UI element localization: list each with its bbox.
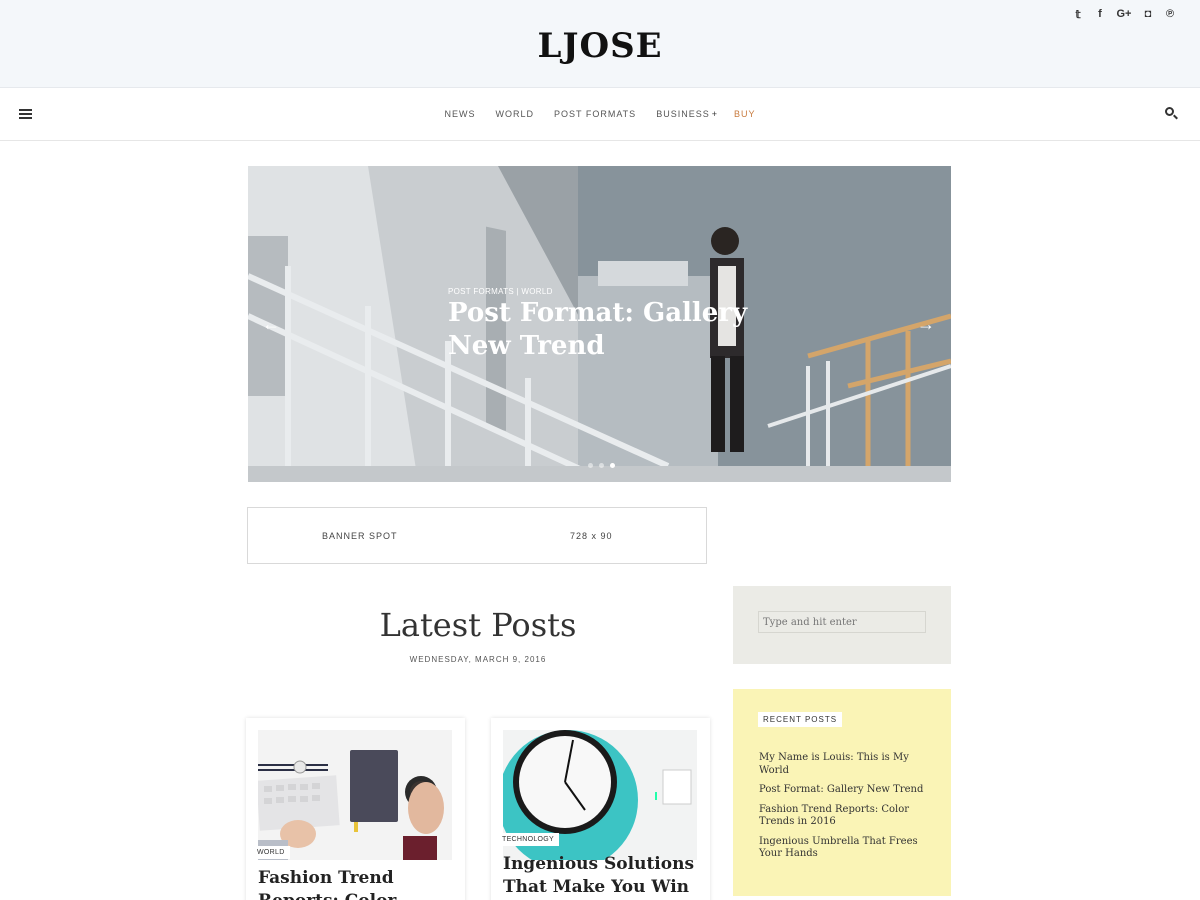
recent-post-link[interactable]: My Name is Louis: This is My World [759, 752, 924, 777]
nav-item-post-formats[interactable]: POST FORMATS [554, 109, 636, 119]
top-header: LJOSE 𝕥 f G+ ◘ ℗ [0, 0, 1200, 88]
nav-menu: NEWS WORLD POST FORMATS BUSINESS + BUY [0, 109, 1200, 119]
slider-dots [588, 463, 615, 468]
slider-next-arrow-icon[interactable]: → [917, 314, 935, 335]
facebook-icon[interactable]: f [1094, 8, 1106, 21]
post-title[interactable]: Fashion Trend Reports: Color Trends in 2… [258, 867, 458, 900]
slide-categories[interactable]: POST FORMATS | WORLD [448, 287, 553, 296]
banner-size: 728 x 90 [570, 531, 613, 541]
banner-spot[interactable]: BANNER SPOT 728 x 90 [247, 507, 707, 564]
submenu-plus-icon[interactable]: + [712, 109, 718, 119]
nav-item-world[interactable]: WORLD [496, 109, 535, 119]
slider-prev-arrow-icon[interactable]: ← [262, 314, 280, 335]
sidebar-search-input[interactable] [758, 611, 926, 633]
latest-posts-date: WEDNESDAY, MARCH 9, 2016 [409, 655, 547, 664]
slider-dot[interactable] [588, 463, 593, 468]
social-links: 𝕥 f G+ ◘ ℗ [1072, 8, 1176, 21]
post-card[interactable]: TECHNOLOGY Ingenious Solutions That Make… [491, 718, 710, 900]
nav-item-news[interactable]: NEWS [445, 109, 476, 119]
latest-posts-heading: Latest Posts [379, 606, 577, 644]
recent-posts-heading: RECENT POSTS [758, 712, 843, 727]
post-card[interactable]: WORLD Fashion Trend Reports: Color Trend… [246, 718, 465, 900]
instagram-icon[interactable]: ◘ [1142, 8, 1154, 21]
post-title[interactable]: Ingenious Solutions That Make You Win [503, 853, 703, 899]
search-icon[interactable] [1165, 107, 1178, 120]
nav-item-business[interactable]: BUSINESS [656, 109, 710, 119]
post-category-label[interactable]: TECHNOLOGY [497, 833, 560, 846]
recent-posts-widget: RECENT POSTS My Name is Louis: This is M… [733, 689, 951, 896]
google-plus-icon[interactable]: G+ [1116, 8, 1132, 21]
pinterest-icon[interactable]: ℗ [1164, 8, 1176, 21]
featured-slider[interactable]: POST FORMATS | WORLD Post Format: Galler… [248, 166, 951, 482]
post-thumbnail[interactable] [258, 730, 452, 860]
main-navigation: NEWS WORLD POST FORMATS BUSINESS + BUY [0, 88, 1200, 141]
slide-title[interactable]: Post Format: Gallery New Trend [448, 297, 768, 363]
banner-label: BANNER SPOT [322, 531, 398, 541]
recent-post-link[interactable]: Fashion Trend Reports: Color Trends in 2… [759, 804, 924, 829]
nav-item-buy[interactable]: BUY [734, 109, 756, 119]
recent-post-link[interactable]: Ingenious Umbrella That Frees Your Hands [759, 836, 924, 861]
site-logo[interactable]: LJOSE [0, 26, 1200, 66]
recent-post-link[interactable]: Post Format: Gallery New Trend [759, 784, 924, 797]
sidebar-search-widget [733, 586, 951, 664]
slider-dot[interactable] [599, 463, 604, 468]
twitter-icon[interactable]: 𝕥 [1072, 8, 1084, 21]
slider-dot-active[interactable] [610, 463, 615, 468]
post-category-label[interactable]: WORLD [252, 846, 290, 859]
recent-posts-list: My Name is Louis: This is My World Post … [759, 752, 924, 868]
